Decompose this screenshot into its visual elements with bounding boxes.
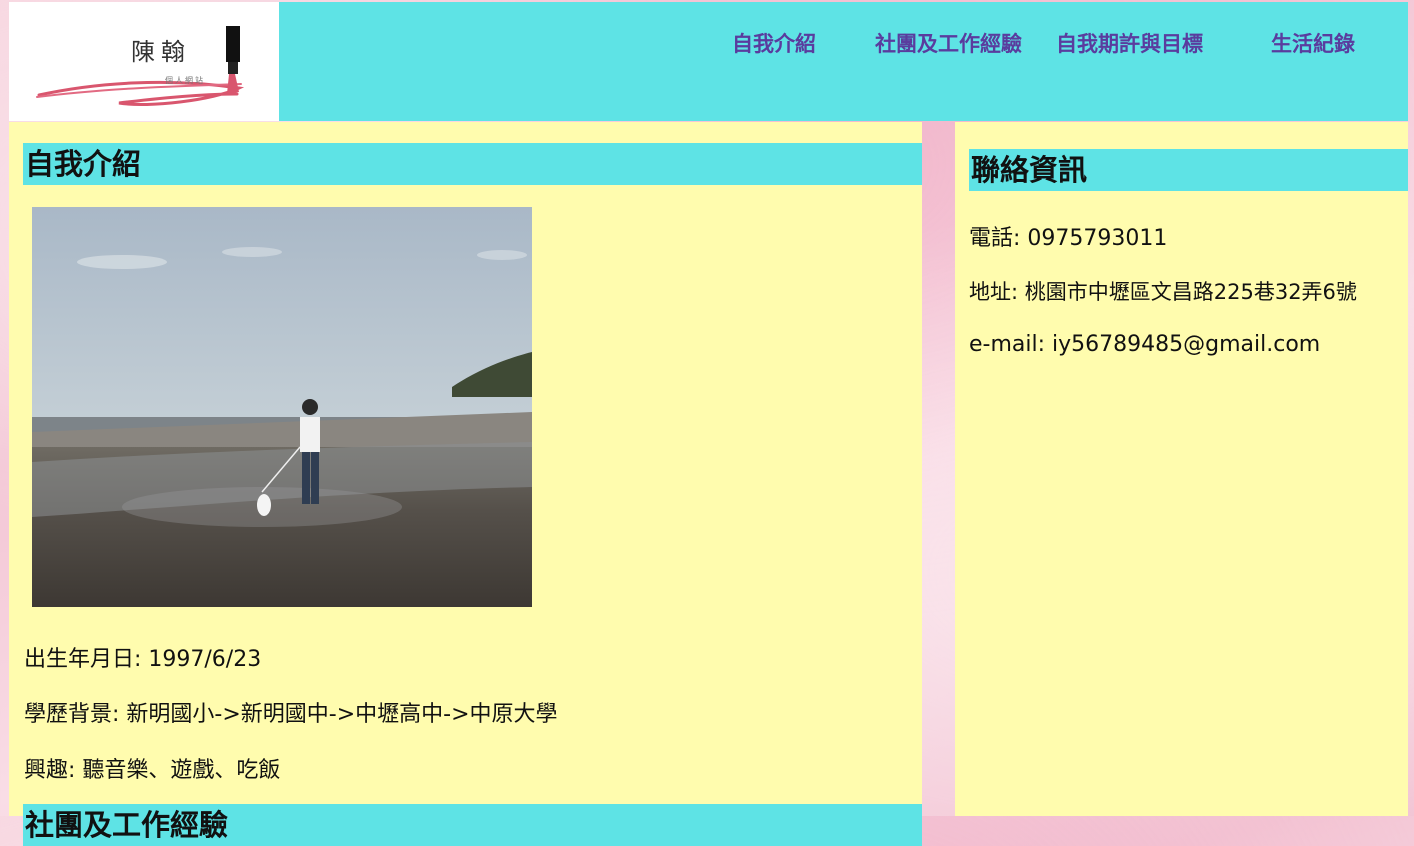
nav-link-intro[interactable]: 自我介紹 [732, 28, 816, 58]
main-content: 自我介紹 出生年月日: 1997/6/23 學歷背景: 新明國小->新明國中->… [9, 122, 922, 846]
birthday-text: 出生年月日: 1997/6/23 [24, 647, 262, 672]
contact-sidebar: 聯絡資訊 電話: 0975793011 地址: 桃園市中壢區文昌路225巷32弄… [955, 122, 1408, 816]
nav-link-experience[interactable]: 社團及工作經驗 [875, 28, 1022, 58]
site-logo[interactable]: 陳翰 個人網站 [9, 2, 279, 121]
profile-photo [32, 207, 532, 607]
nav-link-life-records[interactable]: 生活紀錄 [1271, 28, 1355, 58]
intro-heading: 自我介紹 [23, 143, 922, 185]
phone-text: 電話: 0975793011 [969, 226, 1168, 251]
hobbies-text: 興趣: 聽音樂、遊戲、吃飯 [24, 758, 281, 783]
education-text: 學歷背景: 新明國小->新明國中->中壢高中->中原大學 [24, 702, 558, 727]
address-text: 地址: 桃園市中壢區文昌路225巷32弄6號 [969, 280, 1357, 304]
email-text[interactable]: e-mail: iy56789485@gmail.com [969, 332, 1320, 357]
experience-heading: 社團及工作經驗 [23, 804, 922, 846]
logo-subtitle: 個人網站 [165, 76, 205, 85]
nav-link-goals[interactable]: 自我期許與目標 [1056, 28, 1203, 58]
beach-photo-image [32, 207, 532, 607]
site-header: 陳翰 個人網站 自我介紹 社團及工作經驗 自我期許與目標 生活紀錄 [9, 2, 1408, 121]
contact-heading: 聯絡資訊 [969, 149, 1408, 191]
logo-name: 陳翰 [131, 38, 191, 66]
